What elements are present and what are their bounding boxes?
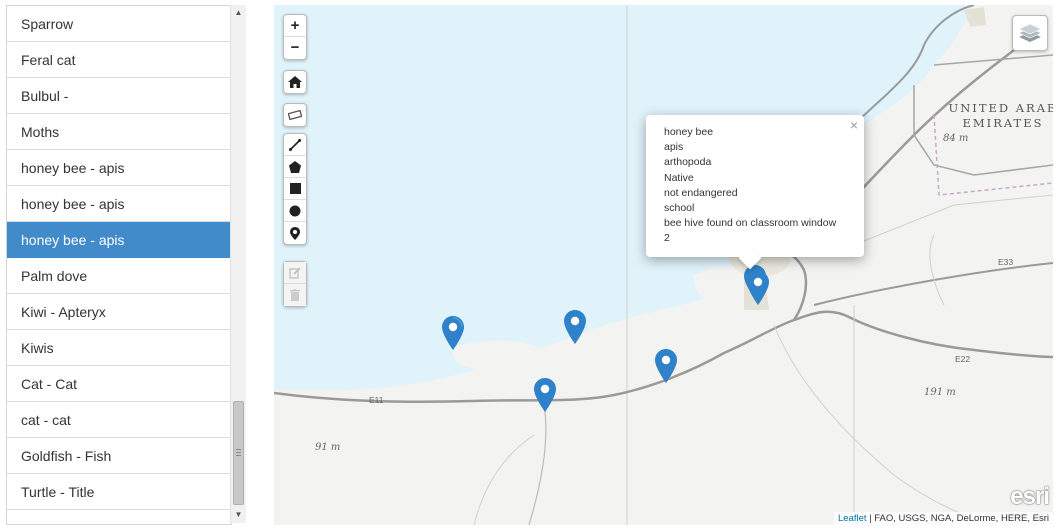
popup-line: bee hive found on classroom window [664, 217, 837, 230]
elevation-label: 84 m [943, 133, 969, 144]
list-item[interactable]: Bulbul - [7, 78, 231, 114]
popup-line: Native [664, 171, 694, 184]
home-control [283, 70, 307, 94]
home-button[interactable] [284, 71, 306, 93]
map-marker[interactable] [655, 349, 677, 383]
trash-icon [290, 289, 300, 301]
country-label: UNITED ARAB EMIRATES [948, 101, 1053, 130]
elevation-label: 91 m [315, 442, 341, 453]
draw-polyline-button[interactable] [284, 134, 306, 156]
zoom-out-button[interactable]: − [284, 37, 306, 59]
marker-popup: × honey bee apis arthopoda Native not en… [646, 115, 864, 269]
edit-layers-button[interactable] [284, 262, 306, 284]
draw-marker-button[interactable] [284, 222, 306, 244]
ruler-icon [288, 110, 302, 120]
delete-layers-button[interactable] [284, 284, 306, 306]
polygon-icon [289, 160, 301, 173]
scroll-down-arrow-icon[interactable]: ▼ [231, 507, 246, 523]
draw-polygon-button[interactable] [284, 156, 306, 178]
map-marker[interactable] [564, 310, 586, 344]
edit-toolbar [283, 261, 307, 307]
list-item[interactable]: Moths [7, 114, 231, 150]
road-label: E11 [369, 395, 384, 405]
popup-line: 2 [664, 232, 670, 245]
leaflet-link[interactable]: Leaflet [838, 513, 867, 524]
draw-circle-button[interactable] [284, 200, 306, 222]
draw-toolbar [283, 133, 307, 245]
map[interactable]: UNITED ARAB EMIRATES 84 m 191 m 91 m E11… [274, 5, 1053, 525]
basemap [274, 5, 1053, 525]
popup-line: school [664, 202, 695, 215]
popup-line: arthopoda [664, 156, 712, 169]
list-item[interactable]: Palm dove [7, 258, 231, 294]
map-marker-selected[interactable] [747, 271, 769, 305]
measure-control [283, 103, 307, 127]
edit-icon [289, 266, 301, 279]
rectangle-icon [289, 183, 301, 194]
polyline-icon [289, 138, 301, 151]
list-item-selected[interactable]: honey bee - apis [7, 222, 231, 258]
zoom-in-button[interactable]: + [284, 15, 306, 37]
elevation-label: 191 m [924, 387, 956, 398]
marker-icon [290, 226, 300, 240]
draw-rectangle-button[interactable] [284, 178, 306, 200]
popup-line: not endangered [664, 186, 738, 199]
layers-control-button[interactable] [1012, 15, 1048, 51]
list-item[interactable]: Feral cat [7, 42, 231, 78]
list-item[interactable]: honey bee - apis [7, 186, 231, 222]
road-label: E22 [955, 354, 971, 364]
list-item[interactable]: Goldfish - Fish [7, 438, 231, 474]
list-item[interactable]: honey bee - apis [7, 150, 231, 186]
species-list: Sparrow Feral cat Bulbul - Moths honey b… [6, 5, 232, 525]
map-attribution: Leaflet | FAO, USGS, NGA, DeLorme, HERE,… [833, 512, 1053, 525]
list-item[interactable]: Kiwi - Apteryx [7, 294, 231, 330]
list-item[interactable]: Kiwis [7, 330, 231, 366]
map-marker[interactable] [534, 378, 556, 412]
list-item[interactable]: cat - cat [7, 402, 231, 438]
map-marker[interactable] [442, 316, 464, 350]
list-item[interactable]: Sparrow [7, 6, 231, 42]
measure-button[interactable] [284, 104, 306, 126]
home-icon [288, 76, 302, 88]
popup-line: honey bee [664, 126, 714, 138]
circle-icon [289, 205, 301, 216]
scroll-up-arrow-icon[interactable]: ▲ [231, 5, 246, 21]
zoom-control: + − [283, 14, 307, 60]
layers-icon [1018, 23, 1042, 42]
list-item[interactable]: Cat - Cat [7, 366, 231, 402]
popup-line: apis [664, 141, 684, 154]
scroll-thumb[interactable] [233, 401, 244, 505]
road-label: E33 [998, 257, 1014, 267]
list-item[interactable]: Turtle - Title [7, 474, 231, 510]
list-scrollbar[interactable]: ▲ ▼ [230, 5, 246, 523]
attribution-sources: | FAO, USGS, NGA, DeLorme, HERE, Esri [866, 513, 1049, 524]
esri-logo: esri [1010, 483, 1050, 510]
